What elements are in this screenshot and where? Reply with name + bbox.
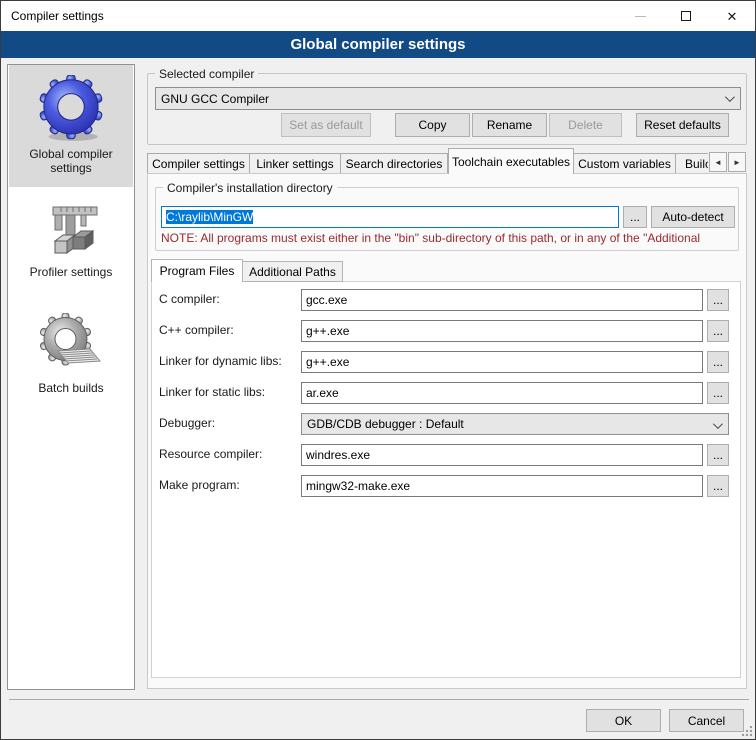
tab-scroll-left-button[interactable]: ◄ (709, 152, 727, 172)
install-dir-selected-text: C:\raylib\MinGW (166, 210, 253, 224)
install-dir-note: NOTE: All programs must exist either in … (161, 231, 737, 245)
chevron-down-icon (725, 92, 735, 102)
caliper-icon (39, 199, 103, 261)
sidebar-item-label: Batch builds (9, 379, 133, 401)
tab-linker-settings[interactable]: Linker settings (250, 153, 341, 174)
tab-search-directories[interactable]: Search directories (341, 153, 448, 174)
minimize-icon (635, 16, 646, 17)
static-linker-input[interactable] (301, 382, 703, 404)
compiler-settings-dialog: Compiler settings ✕ Global compiler sett… (0, 0, 756, 740)
minimize-button[interactable] (617, 1, 663, 31)
tab-program-files[interactable]: Program Files (151, 259, 243, 282)
footer-divider (9, 699, 749, 700)
rename-button[interactable]: Rename (472, 113, 547, 137)
compiler-select-value: GNU GCC Compiler (161, 92, 269, 106)
c-compiler-browse-button[interactable]: ... (707, 289, 729, 311)
install-dir-browse-button[interactable]: ... (623, 206, 647, 228)
tab-scroll-right-button[interactable]: ► (728, 152, 746, 172)
cpp-compiler-input[interactable] (301, 320, 703, 342)
cpp-compiler-browse-button[interactable]: ... (707, 320, 729, 342)
resource-compiler-browse-button[interactable]: ... (707, 444, 729, 466)
make-program-label: Make program: (159, 478, 240, 492)
selected-compiler-group-label: Selected compiler (155, 67, 258, 81)
compiler-select[interactable]: GNU GCC Compiler (155, 87, 741, 110)
c-compiler-input[interactable] (301, 289, 703, 311)
debugger-select[interactable]: GDB/CDB debugger : Default (301, 413, 729, 435)
maximize-icon (681, 11, 691, 21)
tab-additional-paths[interactable]: Additional Paths (243, 261, 343, 282)
resource-compiler-label: Resource compiler: (159, 447, 262, 461)
install-dir-input[interactable]: C:\raylib\MinGW (161, 206, 619, 228)
blue-gear-icon (37, 75, 105, 143)
tab-compiler-settings[interactable]: Compiler settings (147, 153, 250, 174)
program-files-tab-strip: Program Files Additional Paths (151, 259, 343, 282)
debugger-select-value: GDB/CDB debugger : Default (307, 417, 464, 431)
debugger-label: Debugger: (159, 416, 215, 430)
cancel-button[interactable]: Cancel (669, 709, 744, 732)
sidebar-item-label: Global compiler settings (9, 145, 133, 181)
maximize-button[interactable] (663, 1, 709, 31)
reset-defaults-button[interactable]: Reset defaults (636, 113, 729, 137)
cpp-compiler-label: C++ compiler: (159, 323, 234, 337)
sidebar-item-batch-builds[interactable]: Batch builds (9, 303, 133, 423)
tab-build-options[interactable]: Builc (676, 153, 708, 174)
resize-grip-icon[interactable] (742, 726, 752, 736)
page-title: Global compiler settings (290, 36, 465, 53)
sidebar-item-global-compiler-settings[interactable]: Global compiler settings (9, 65, 133, 187)
settings-tab-strip: Compiler settings Linker settings Search… (147, 148, 708, 174)
close-button[interactable]: ✕ (709, 1, 755, 31)
static-linker-label: Linker for static libs: (159, 385, 265, 399)
c-compiler-label: C compiler: (159, 292, 220, 306)
sidebar-item-profiler-settings[interactable]: Profiler settings (9, 189, 133, 301)
dynamic-linker-browse-button[interactable]: ... (707, 351, 729, 373)
resource-compiler-input[interactable] (301, 444, 703, 466)
title-bar: Compiler settings ✕ (1, 1, 755, 31)
make-program-input[interactable] (301, 475, 703, 497)
make-program-browse-button[interactable]: ... (707, 475, 729, 497)
window-title: Compiler settings (11, 1, 104, 31)
tab-custom-variables[interactable]: Custom variables (574, 153, 676, 174)
sidebar-item-label: Profiler settings (9, 263, 133, 285)
close-icon: ✕ (727, 10, 738, 23)
settings-category-list: Global compiler settings (7, 64, 135, 690)
auto-detect-button[interactable]: Auto-detect (651, 206, 735, 228)
dynamic-linker-input[interactable] (301, 351, 703, 373)
copy-button[interactable]: Copy (395, 113, 470, 137)
tab-toolchain-executables[interactable]: Toolchain executables (448, 148, 574, 174)
gear-stack-icon (38, 313, 104, 377)
set-as-default-button[interactable]: Set as default (281, 113, 371, 137)
ok-button[interactable]: OK (586, 709, 661, 732)
static-linker-browse-button[interactable]: ... (707, 382, 729, 404)
dynamic-linker-label: Linker for dynamic libs: (159, 354, 282, 368)
install-dir-group-label: Compiler's installation directory (163, 181, 337, 195)
dialog-header: Global compiler settings (1, 31, 755, 58)
chevron-down-icon (713, 419, 723, 429)
delete-button[interactable]: Delete (549, 113, 622, 137)
